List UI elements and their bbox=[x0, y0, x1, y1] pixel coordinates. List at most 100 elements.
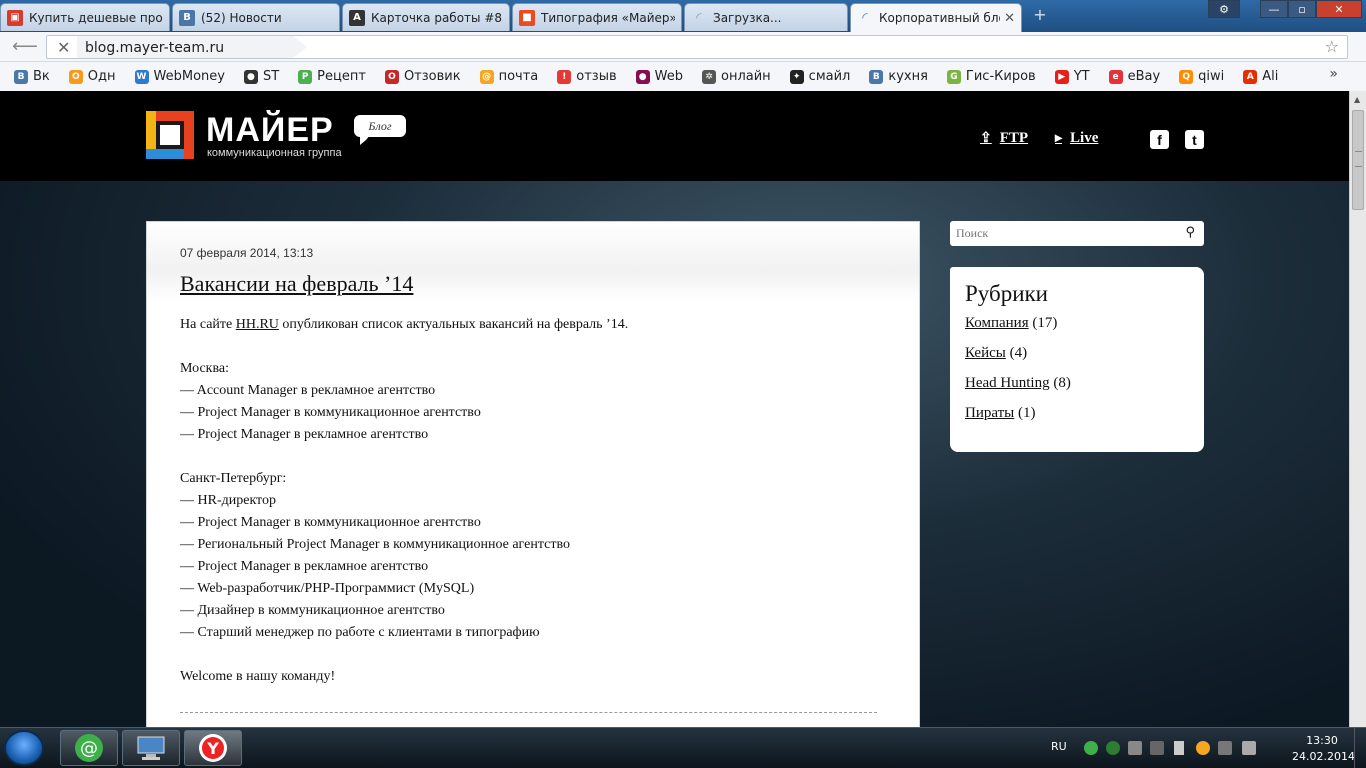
phone-icon[interactable] bbox=[1150, 741, 1164, 755]
settings-button[interactable]: ⚙ bbox=[1208, 0, 1240, 18]
maximize-button[interactable]: ▫ bbox=[1288, 0, 1316, 18]
bookmark-gis[interactable]: G Гис-Киров bbox=[946, 69, 1036, 84]
start-button[interactable] bbox=[4, 730, 44, 766]
network-meter-icon[interactable] bbox=[1106, 741, 1120, 755]
bookmark-ebay[interactable]: e eBay bbox=[1108, 69, 1161, 84]
avast-icon[interactable] bbox=[1196, 741, 1210, 755]
bookmark-odnoklassniki[interactable]: О Одн bbox=[68, 69, 116, 84]
bookmark-label: ST bbox=[262, 69, 280, 84]
bookmark-label: YT bbox=[1073, 69, 1090, 84]
bookmark-web[interactable]: ● Web bbox=[635, 69, 683, 84]
taskbar-computer[interactable] bbox=[122, 730, 180, 766]
windows-taskbar: @ Y RU 13:30 24.02.2014 bbox=[0, 727, 1366, 768]
bookmark-label: Гис-Киров bbox=[965, 69, 1036, 84]
vacancy-item: — Account Manager в рекламное агентство bbox=[180, 383, 436, 398]
scroll-up-arrow-icon[interactable]: ▲ bbox=[1354, 95, 1360, 104]
bookmark-irecommend[interactable]: ! отзыв bbox=[557, 69, 617, 84]
vacancy-item: — Региональный Project Manager в коммуни… bbox=[180, 537, 570, 552]
bookmark-vk[interactable]: В Вк bbox=[14, 69, 50, 84]
page-viewport: МАЙЕР коммуникационная группа Блог ⇪ FTP… bbox=[0, 91, 1349, 727]
bookmark-st[interactable]: ● ST bbox=[243, 69, 280, 84]
usb-icon[interactable] bbox=[1128, 741, 1142, 755]
vacancy-item: — Web-разработчик/PHP-Программист (MySQL… bbox=[180, 581, 475, 596]
tab-vk-news[interactable]: B (52) Новости bbox=[172, 3, 340, 31]
gear-icon: ⚙ bbox=[1219, 2, 1229, 16]
bookmark-otzovik[interactable]: О Отзовик bbox=[384, 69, 461, 84]
bookmark-label: Одн bbox=[87, 69, 116, 84]
bookmark-recipe[interactable]: Р Рецепт bbox=[298, 69, 366, 84]
tab-kupit[interactable]: ▣ Купить дешевые про bbox=[0, 3, 170, 31]
bookmarks-overflow-icon[interactable]: » bbox=[1329, 66, 1338, 82]
bookmark-smile[interactable]: ✦ смайл bbox=[789, 69, 850, 84]
network-icon[interactable] bbox=[1218, 741, 1232, 755]
bookmark-aliexpress[interactable]: A Ali bbox=[1243, 69, 1278, 84]
tab-corporate-blog[interactable]: ◜ Корпоративный блог ✕ bbox=[850, 3, 1022, 32]
language-indicator[interactable]: RU bbox=[1051, 740, 1067, 753]
gis-icon: G bbox=[946, 69, 961, 84]
minimize-button[interactable]: — bbox=[1260, 0, 1288, 18]
vk-icon: В bbox=[14, 69, 28, 84]
bookmark-label: кухня bbox=[888, 69, 928, 84]
logo-text[interactable]: МАЙЕР bbox=[206, 111, 334, 150]
clock[interactable]: 13:30 24.02.2014 bbox=[1292, 733, 1355, 765]
live-link[interactable]: ▸ Live bbox=[1055, 130, 1098, 147]
rubric-item-keysy[interactable]: Кейсы (4) bbox=[965, 345, 1027, 362]
ftp-link[interactable]: ⇪ FTP bbox=[980, 130, 1028, 147]
close-window-button[interactable]: ✕ bbox=[1316, 0, 1362, 18]
tab-title: Корпоративный блог bbox=[879, 11, 1001, 25]
bookmark-star-icon[interactable]: ☆ bbox=[1325, 37, 1339, 56]
web-icon: ● bbox=[635, 69, 650, 84]
bookmark-webmoney[interactable]: W WebMoney bbox=[134, 69, 225, 84]
bookmark-film-reel[interactable]: ✲ онлайн bbox=[701, 69, 771, 84]
scroll-thumb[interactable] bbox=[1352, 110, 1364, 210]
vk-icon: В bbox=[869, 69, 884, 84]
bookmark-mail-at[interactable]: @ почта bbox=[479, 69, 539, 84]
hh-ru-link[interactable]: HH.RU bbox=[236, 317, 279, 332]
upload-icon: ⇪ bbox=[980, 131, 992, 146]
search-icon[interactable]: ⚲ bbox=[1185, 225, 1195, 240]
back-arrow-icon[interactable]: ⟵ bbox=[12, 38, 38, 56]
facebook-icon[interactable]: f bbox=[1150, 130, 1169, 149]
bookmark-qiwi[interactable]: Qqiwi bbox=[1179, 69, 1224, 84]
url-text[interactable]: blog.mayer-team.ru bbox=[85, 40, 224, 56]
bookmark-vk[interactable]: Вкухня bbox=[869, 69, 928, 84]
vacancy-item: — HR-директор bbox=[180, 493, 276, 508]
rubric-item-kompaniya[interactable]: Компания (17) bbox=[965, 315, 1057, 332]
new-tab-button[interactable]: + bbox=[1030, 7, 1050, 23]
mail-agent-tray-icon[interactable] bbox=[1084, 741, 1098, 755]
tab-kartochka[interactable]: A Карточка работы #83 bbox=[342, 3, 510, 31]
otzovik-icon: О bbox=[384, 69, 399, 84]
loading-spinner-icon: ◜ bbox=[696, 9, 702, 26]
rubric-item-head-hunting[interactable]: Head Hunting (8) bbox=[965, 375, 1071, 392]
rubrics-title: Рубрики bbox=[965, 281, 1048, 306]
post-intro: На сайте HH.RU опубликован список актуал… bbox=[180, 317, 629, 332]
loading-spinner-icon: ◜ bbox=[862, 10, 868, 26]
taskbar-mail-agent[interactable]: @ bbox=[60, 730, 118, 766]
taskbar-yandex-browser[interactable]: Y bbox=[184, 730, 242, 766]
page-scrollbar[interactable]: ▲ bbox=[1349, 91, 1366, 727]
blog-post: 07 февраля 2014, 13:13 Вакансии на февра… bbox=[146, 221, 920, 727]
search-input[interactable] bbox=[956, 224, 1176, 243]
yandex-browser-icon: Y bbox=[199, 734, 227, 762]
action-center-flag-icon[interactable] bbox=[1174, 741, 1184, 755]
rubric-item-piraty[interactable]: Пираты (1) bbox=[965, 405, 1036, 422]
clock-date: 24.02.2014 bbox=[1292, 750, 1355, 763]
tab-tipografiya[interactable]: ■ Типография «Майер» bbox=[512, 3, 682, 31]
bookmark-label: eBay bbox=[1127, 69, 1161, 84]
show-desktop-button[interactable] bbox=[1354, 728, 1366, 768]
address-bar[interactable]: ✕ blog.mayer-team.ru ☆ bbox=[46, 35, 1348, 59]
search-box[interactable]: ⚲ bbox=[950, 221, 1204, 246]
mayer-logo-icon[interactable] bbox=[146, 111, 194, 159]
bookmark-label: почта bbox=[498, 69, 539, 84]
close-tab-icon[interactable]: ✕ bbox=[1004, 11, 1015, 26]
bookmark-youtube[interactable]: ▶ YT bbox=[1054, 69, 1090, 84]
svg-text:@: @ bbox=[80, 738, 98, 759]
twitter-icon[interactable]: t bbox=[1185, 130, 1204, 149]
post-title[interactable]: Вакансии на февраль ’14 bbox=[180, 271, 413, 297]
tab-loading[interactable]: ◜ Загрузка... bbox=[684, 3, 848, 31]
volume-icon[interactable] bbox=[1242, 741, 1256, 755]
stop-loading-icon[interactable]: ✕ bbox=[57, 38, 70, 57]
blog-badge: Блог bbox=[354, 115, 406, 145]
a-letter-icon: A bbox=[349, 9, 365, 26]
bookmark-label: Отзовик bbox=[403, 69, 461, 84]
